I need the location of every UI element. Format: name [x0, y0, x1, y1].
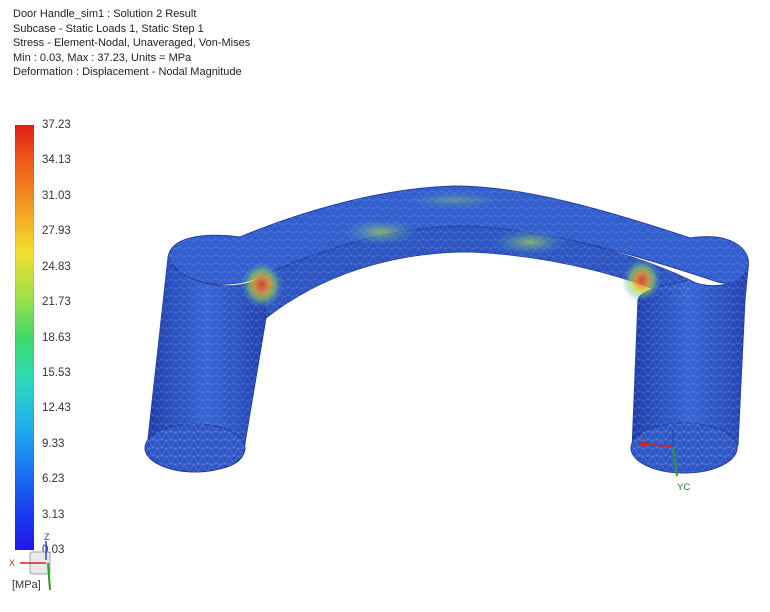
door-handle-model[interactable]: YC [0, 0, 770, 612]
triad-yc-label: YC [677, 482, 690, 493]
mesh-overlay [145, 186, 749, 473]
